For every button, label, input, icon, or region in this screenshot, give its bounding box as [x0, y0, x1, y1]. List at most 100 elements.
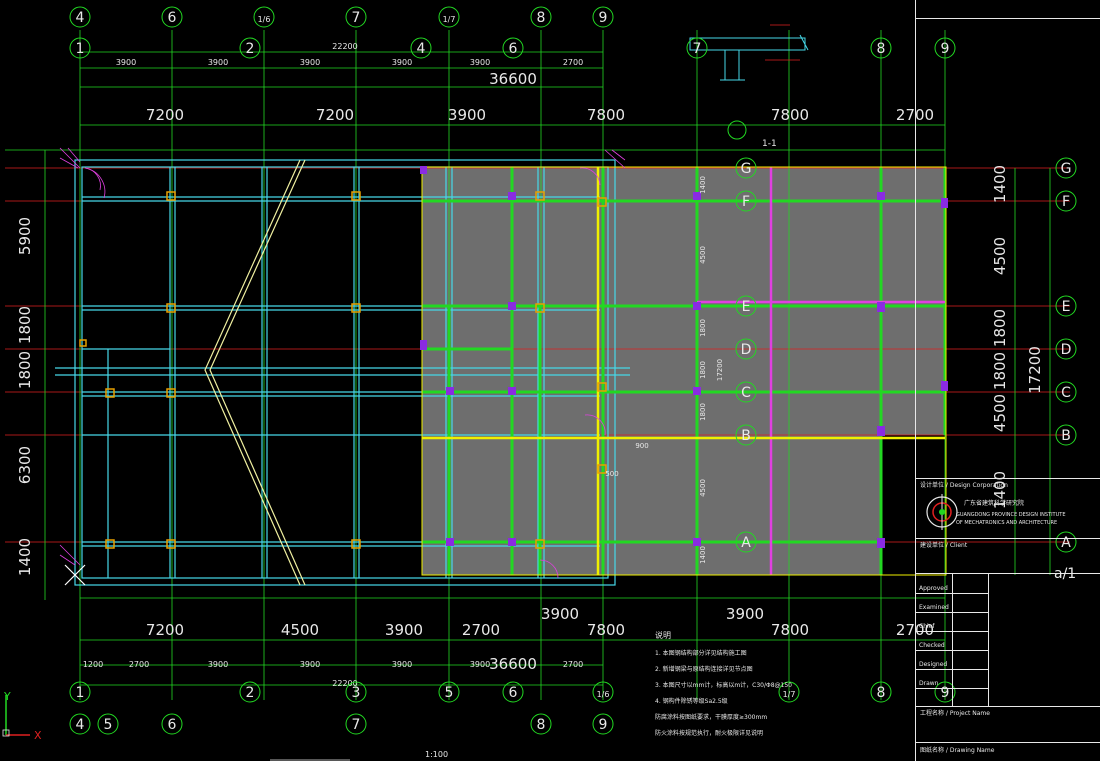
institute-en-1: GUANGDONG PROVINCE DESIGN INSTITUTE	[956, 512, 1066, 518]
dim-top-large: 7800	[771, 106, 809, 124]
grid-bottom-2: 5	[104, 717, 113, 733]
dim-bottom-36600: 36600	[489, 655, 537, 673]
dim-inner: 1800	[699, 403, 707, 421]
design-corp-label: 设计单位 / Design Corporation	[920, 482, 1008, 489]
note-line: 防火涂料按规范执行，耐火极限详见说明	[655, 730, 764, 737]
grid-bottom-1: 1	[76, 685, 85, 701]
grid-bottom-2: 6	[168, 717, 177, 733]
grid-inner-letter: D	[741, 342, 752, 358]
dim-inner: 4500	[699, 246, 707, 264]
grid-bottom-2: 9	[599, 717, 608, 733]
grid-inner-letter: B	[741, 428, 751, 444]
note-line: 1. 本图钢结构部分详见结构施工图	[655, 650, 747, 657]
client-label: 建设单位 / Client	[920, 542, 968, 549]
grid-inner-letter: A	[741, 535, 751, 551]
grid-top-2: 6	[509, 41, 518, 57]
dim-bottom-large: 3900	[385, 621, 423, 639]
dim-left: 1800	[16, 306, 34, 344]
title-block: 设计单位 / Design Corporation 广东省建筑科学研究院 GUA…	[915, 0, 1100, 761]
grid-bottom-2: 7	[352, 717, 361, 733]
grid-inner-letter: F	[742, 194, 750, 210]
section-label: 1-1	[762, 139, 777, 149]
dim-inner: 900	[635, 442, 648, 450]
dim-top-small: 3900	[116, 58, 136, 67]
dim-top-large: 7800	[587, 106, 625, 124]
dim-top-large: 7200	[146, 106, 184, 124]
grid-bottom-1: 5	[445, 685, 454, 701]
grid-bottom-1: 1/6	[597, 690, 610, 699]
grid-top-1: 7	[352, 10, 361, 26]
grid-bottom-2: 8	[537, 717, 546, 733]
dim-bottom-small: 3900	[208, 660, 228, 669]
grid-bottom-1: 8	[877, 685, 886, 701]
dim-bottom-large: 4500	[281, 621, 319, 639]
note-line: 4. 钢构件除锈等级Sa2.5级	[655, 698, 728, 705]
dim-inner: 1400	[699, 546, 707, 564]
grid-top-1: 9	[599, 10, 608, 26]
dim-left: 1400	[16, 538, 34, 576]
grid-top-2: 2	[246, 41, 255, 57]
grid-inner-letter: E	[742, 299, 751, 315]
ucs-x-label: X	[34, 729, 42, 742]
dim-top-36600: 36600	[489, 70, 537, 88]
institute-cn: 广东省建筑科学研究院	[964, 500, 1025, 507]
dim-bottom-large: 7800	[587, 621, 625, 639]
dim-inner: 1800	[699, 361, 707, 379]
dim-bottom-small: 3900	[392, 660, 412, 669]
section-marker	[727, 120, 747, 140]
dim-bottom-small: 2700	[129, 660, 149, 669]
notes-title: 说明	[655, 631, 671, 640]
grid-bottom-1: 3	[352, 685, 361, 701]
ucs-y-label: Y	[3, 690, 11, 703]
section-detail-annot	[765, 24, 800, 61]
dim-top-large: 7200	[316, 106, 354, 124]
diagonal-section	[204, 159, 306, 586]
institute-en-2: OF MECHATRONICS AND ARCHITECTURE	[956, 520, 1058, 526]
role-designed: Designed	[919, 661, 948, 668]
dim-left: 1800	[16, 351, 34, 389]
dim-top-22200: 22200	[332, 42, 357, 51]
grid-top-2: 1	[76, 41, 85, 57]
role-approved: Approved	[919, 585, 948, 592]
role-drawn: Drawn	[919, 680, 939, 687]
existing-structure	[55, 159, 630, 586]
note-line: 3. 本图尺寸以mm计，标高以m计，C30/Φ8@150	[655, 682, 793, 689]
section-detail	[689, 34, 809, 81]
grid-top-1: 1/7	[443, 15, 456, 24]
dim-bottom-small: 3900	[300, 660, 320, 669]
dim-top-small: 3900	[300, 58, 320, 67]
grid-top-2: 8	[877, 41, 886, 57]
grid-top-2: 4	[417, 41, 426, 57]
dim-bottom-large: 7200	[146, 621, 184, 639]
note-line: 2. 新增钢梁与原结构连接详见节点图	[655, 666, 753, 673]
general-notes: 说明 1. 本图钢结构部分详见结构施工图 2. 新增钢梁与原结构连接详见节点图 3.…	[655, 630, 793, 737]
drawing-name-label: 图纸名称 / Drawing Name	[920, 747, 995, 754]
dim-bottom-small: 3900	[470, 660, 490, 669]
dim-top-small: 3900	[392, 58, 412, 67]
project-name-label: 工程名称 / Project Name	[920, 710, 990, 717]
grid-bottom-1: 2	[246, 685, 255, 701]
dim-inner: 17200	[716, 359, 724, 381]
dim-top-small: 3900	[470, 58, 490, 67]
grid-inner-letter: G	[741, 161, 752, 177]
grid-top-1: 6	[168, 10, 177, 26]
dim-top-small: 3900	[208, 58, 228, 67]
role-checked: Checked	[919, 642, 945, 649]
note-line: 防腐涂料按图纸要求，干膜厚度≥300mm	[655, 714, 768, 721]
dim-inner: 1800	[699, 319, 707, 337]
dim-inner: 4500	[699, 479, 707, 497]
dim-left: 6300	[16, 446, 34, 484]
sheet-number: a/1	[1054, 566, 1077, 582]
dim-top-small: 2700	[563, 58, 583, 67]
grid-inner-letter: C	[741, 385, 751, 401]
grid-bottom-2: 4	[76, 717, 85, 733]
grid-top-1: 1/6	[258, 15, 271, 24]
drawing-scale: 1:100	[425, 750, 448, 759]
grid-top-2: 7	[693, 41, 702, 57]
grid-top-1: 4	[76, 10, 85, 26]
dim-inner: 1400	[699, 176, 707, 194]
dim-left: 5900	[16, 217, 34, 255]
dim-top-large: 3900	[448, 106, 486, 124]
dim-bottom-large: 3900	[726, 605, 764, 623]
dim-inner: 500	[605, 470, 618, 478]
